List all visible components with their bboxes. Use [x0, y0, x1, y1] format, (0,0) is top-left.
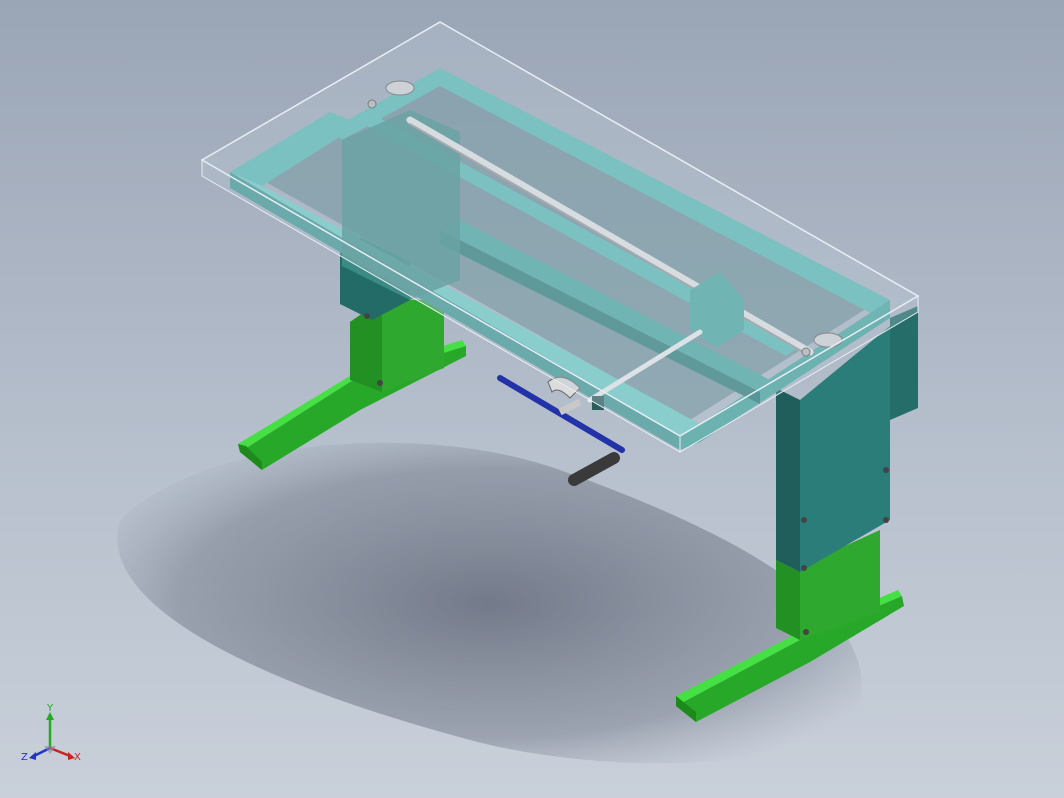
crank-grip[interactable]	[568, 452, 620, 486]
right-bolt-1	[883, 467, 889, 473]
right-bolt-5	[803, 629, 809, 635]
right-bolt-2	[883, 517, 889, 523]
right-bolt-3	[801, 517, 807, 523]
right-lower-column-front	[776, 560, 800, 640]
z-axis-arrow	[29, 752, 36, 760]
left-bolt-3	[377, 380, 383, 386]
right-upper-column-front	[776, 388, 800, 572]
y-axis-label: Y	[46, 703, 54, 714]
workbench-model[interactable]	[0, 0, 1064, 798]
x-axis-label: X	[74, 752, 81, 763]
left-bolt-1	[364, 313, 370, 319]
crank-arm-joint	[558, 398, 582, 416]
axis-triad: Y X Z	[21, 703, 81, 763]
floor-shadow	[117, 442, 862, 764]
z-axis-label: Z	[21, 752, 28, 763]
cad-viewport[interactable]: Y X Z	[0, 0, 1064, 798]
right-bolt-4	[801, 565, 807, 571]
